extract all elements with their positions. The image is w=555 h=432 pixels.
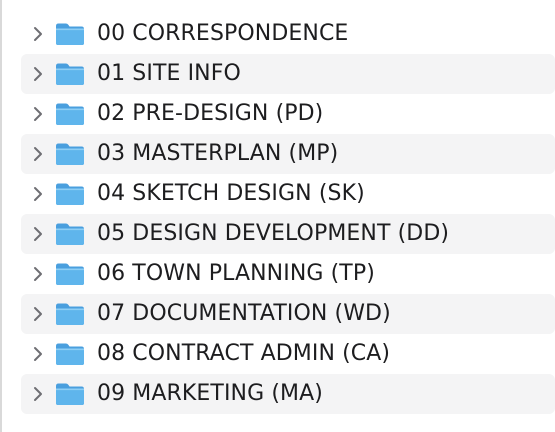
folder-name[interactable]: 00 CORRESPONDENCE: [97, 14, 348, 54]
folder-name[interactable]: 01 SITE INFO: [97, 54, 241, 94]
folder-icon: [55, 134, 87, 174]
disclosure-chevron-right-icon[interactable]: [21, 294, 55, 334]
disclosure-chevron-right-icon[interactable]: [21, 334, 55, 374]
folder-row[interactable]: 07 DOCUMENTATION (WD): [21, 294, 555, 334]
folder-row[interactable]: 09 MARKETING (MA): [21, 374, 555, 414]
folder-icon: [55, 334, 87, 374]
folder-icon: [55, 254, 87, 294]
folder-name[interactable]: 05 DESIGN DEVELOPMENT (DD): [97, 214, 449, 254]
folder-name[interactable]: 08 CONTRACT ADMIN (CA): [97, 334, 390, 374]
folder-icon: [55, 94, 87, 134]
folder-row[interactable]: 05 DESIGN DEVELOPMENT (DD): [21, 214, 555, 254]
folder-name[interactable]: 09 MARKETING (MA): [97, 374, 323, 414]
folder-name[interactable]: 07 DOCUMENTATION (WD): [97, 294, 391, 334]
folder-icon: [55, 174, 87, 214]
folder-icon: [55, 294, 87, 334]
folder-list: 00 CORRESPONDENCE 01 SITE INFO 02 PRE-DE…: [21, 14, 555, 414]
folder-name[interactable]: 03 MASTERPLAN (MP): [97, 134, 338, 174]
disclosure-chevron-right-icon[interactable]: [21, 214, 55, 254]
folder-name[interactable]: 04 SKETCH DESIGN (SK): [97, 174, 365, 214]
folder-row[interactable]: 03 MASTERPLAN (MP): [21, 134, 555, 174]
folder-icon: [55, 214, 87, 254]
disclosure-chevron-right-icon[interactable]: [21, 54, 55, 94]
finder-list-window: 00 CORRESPONDENCE 01 SITE INFO 02 PRE-DE…: [0, 0, 555, 432]
folder-row[interactable]: 06 TOWN PLANNING (TP): [21, 254, 555, 294]
folder-row[interactable]: 04 SKETCH DESIGN (SK): [21, 174, 555, 214]
disclosure-chevron-right-icon[interactable]: [21, 254, 55, 294]
folder-icon: [55, 54, 87, 94]
folder-name[interactable]: 06 TOWN PLANNING (TP): [97, 254, 375, 294]
folder-icon: [55, 14, 87, 54]
window-left-border: [0, 0, 2, 432]
disclosure-chevron-right-icon[interactable]: [21, 14, 55, 54]
folder-row[interactable]: 08 CONTRACT ADMIN (CA): [21, 334, 555, 374]
folder-row[interactable]: 02 PRE-DESIGN (PD): [21, 94, 555, 134]
disclosure-chevron-right-icon[interactable]: [21, 174, 55, 214]
disclosure-chevron-right-icon[interactable]: [21, 374, 55, 414]
disclosure-chevron-right-icon[interactable]: [21, 94, 55, 134]
folder-row[interactable]: 01 SITE INFO: [21, 54, 555, 94]
folder-row[interactable]: 00 CORRESPONDENCE: [21, 14, 555, 54]
folder-icon: [55, 374, 87, 414]
disclosure-chevron-right-icon[interactable]: [21, 134, 55, 174]
folder-name[interactable]: 02 PRE-DESIGN (PD): [97, 94, 323, 134]
